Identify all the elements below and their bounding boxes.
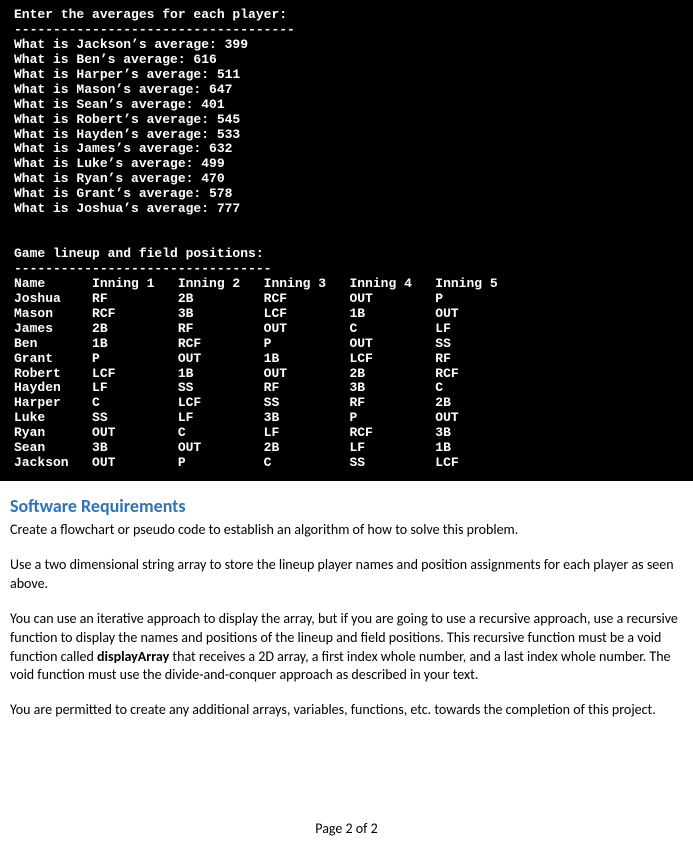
page-footer: Page 2 of 2 bbox=[0, 820, 693, 847]
paragraph: Use a two dimensional string array to st… bbox=[10, 556, 683, 594]
paragraph: You can use an iterative approach to dis… bbox=[10, 610, 683, 686]
document-body: Software Requirements Create a flowchart… bbox=[0, 481, 693, 720]
bold-term: displayArray bbox=[97, 648, 169, 665]
console-output: Enter the averages for each player: ----… bbox=[0, 0, 693, 481]
paragraph: Create a flowchart or pseudo code to est… bbox=[10, 521, 683, 540]
paragraph: You are permitted to create any addition… bbox=[10, 701, 683, 720]
section-heading: Software Requirements bbox=[10, 495, 683, 517]
